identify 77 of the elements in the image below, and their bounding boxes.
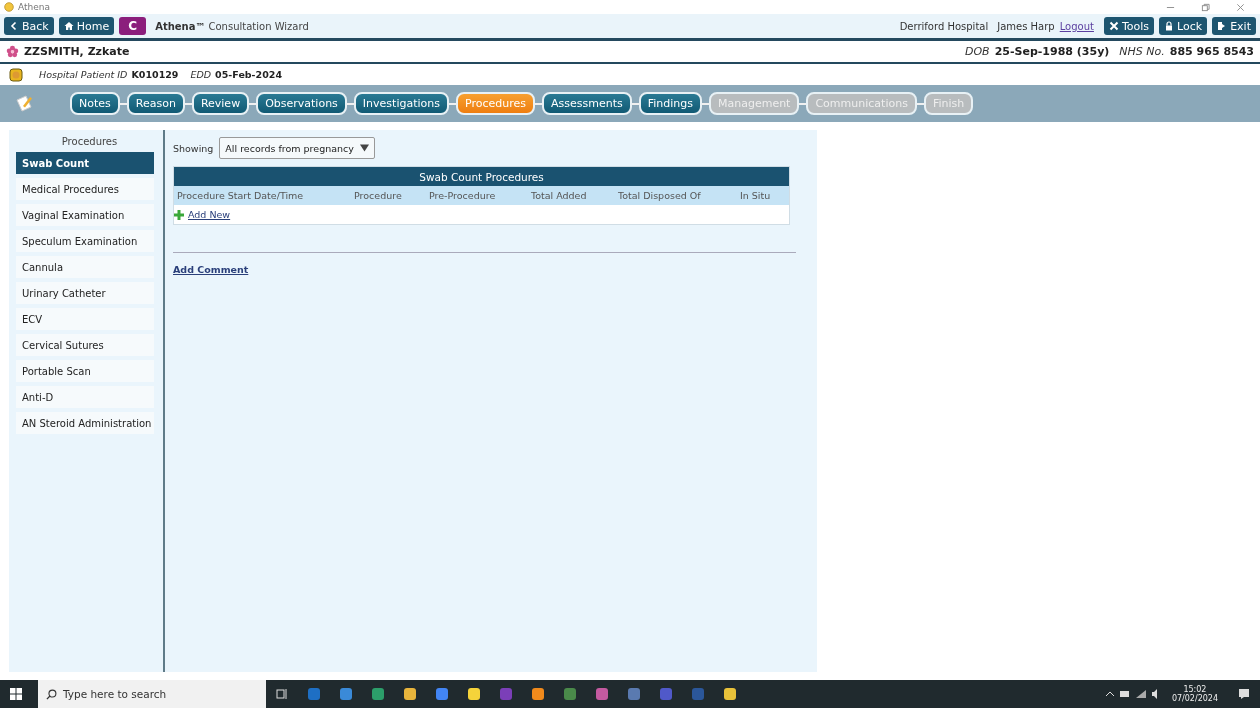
dob-value: 25-Sep-1988 (35y) — [994, 45, 1110, 58]
column-header: Pre-Procedure — [429, 190, 497, 201]
sidebar-item[interactable]: Speculum Examination — [16, 230, 154, 252]
task-view-icon[interactable] — [274, 686, 290, 702]
step-tab[interactable]: Review — [191, 92, 250, 115]
column-header: Procedure — [354, 190, 403, 201]
taskbar-app-icon[interactable] — [338, 686, 354, 702]
toolbar-button[interactable]: Lock — [1159, 17, 1208, 35]
restore-icon[interactable] — [1201, 2, 1210, 12]
nhs-value: 885 965 8543 — [1169, 45, 1254, 58]
column-header: Total Added — [531, 190, 588, 201]
home-icon — [63, 21, 74, 31]
hospital-name: Derriford Hospital — [899, 20, 989, 32]
sidebar-item[interactable]: AN Steroid Administration — [16, 412, 154, 434]
app-subtitle: Consultation Wizard — [208, 20, 309, 32]
user-name: James Harp — [997, 20, 1055, 32]
window-title: Athena — [18, 2, 50, 12]
taskbar-search-field[interactable]: Type here to search — [38, 680, 266, 708]
taskbar-app-icon[interactable] — [402, 686, 418, 702]
taskbar-app-icon[interactable] — [722, 686, 738, 702]
sidebar-title: Procedures — [60, 136, 119, 147]
app-logo-icon — [4, 2, 14, 12]
step-tab[interactable]: Reason — [126, 92, 185, 115]
search-icon — [46, 688, 57, 700]
sidebar-item[interactable]: Cervical Sutures — [16, 334, 154, 356]
sidebar-item[interactable]: Swab Count — [16, 152, 154, 174]
step-tab[interactable]: Assessments — [541, 92, 632, 115]
table-title: Swab Count Procedures — [174, 167, 789, 186]
sidebar-item[interactable]: ECV — [16, 308, 154, 330]
toolbar-button[interactable]: Exit — [1212, 17, 1256, 35]
nhs-label: NHS No. — [1119, 45, 1165, 58]
flower-icon — [6, 45, 19, 58]
column-header: In Situ — [740, 190, 772, 201]
toolbar-button[interactable]: Home — [58, 17, 115, 35]
badge-icon — [9, 67, 23, 82]
toolbar-button[interactable]: Tools — [1103, 17, 1155, 35]
edd-value: 05-Feb-2024 — [215, 69, 282, 80]
lock-icon — [1164, 21, 1175, 31]
app-name: Athena™ — [155, 20, 206, 32]
records-dropdown[interactable]: All records from pregnancy — [219, 137, 375, 159]
back-icon — [9, 21, 19, 31]
close-icon[interactable] — [1236, 2, 1245, 12]
logout-link[interactable]: Logout — [1059, 20, 1094, 32]
clock-time: 15:02 — [1183, 685, 1207, 694]
tools-icon — [1108, 21, 1119, 31]
sidebar-item[interactable]: Anti-D — [16, 386, 154, 408]
taskbar-app-icon[interactable] — [466, 686, 482, 702]
add-icon — [174, 209, 184, 220]
add-comment-link[interactable]: Add Comment — [173, 264, 249, 275]
add-new-link[interactable]: Add New — [188, 209, 231, 220]
patient-name: ZZSMITH, Zzkate — [24, 45, 130, 58]
sidebar-item[interactable]: Medical Procedures — [16, 178, 154, 200]
step-tab[interactable]: Observations — [256, 92, 347, 115]
patient-id: K010129 — [131, 69, 179, 80]
patient-id-label: Hospital Patient ID — [39, 69, 128, 80]
edd-label: EDD — [190, 69, 212, 80]
step-tab[interactable]: Notes — [70, 92, 120, 115]
clock-date: 07/02/2024 — [1171, 694, 1218, 703]
caret-icon — [359, 144, 369, 152]
column-header: Total Disposed Of — [618, 190, 702, 201]
column-header: Procedure Start Date/Time — [177, 190, 305, 201]
dob-label: DOB — [965, 45, 990, 58]
step-tab[interactable]: Investigations — [353, 92, 449, 115]
start-icon[interactable] — [10, 688, 22, 700]
taskbar-app-icon[interactable] — [530, 686, 546, 702]
taskbar-app-icon[interactable] — [370, 686, 386, 702]
taskbar-app-icon[interactable] — [434, 686, 450, 702]
sidebar-item[interactable]: Vaginal Examination — [16, 204, 154, 226]
toolbar-button[interactable]: Back — [4, 17, 54, 35]
showing-label: Showing — [173, 142, 214, 154]
sidebar-item[interactable]: Cannula — [16, 256, 154, 278]
notification-icon[interactable] — [1236, 686, 1252, 702]
sidebar-item[interactable]: Portable Scan — [16, 360, 154, 382]
notepad-icon — [14, 93, 34, 114]
sidebar-item[interactable]: Urinary Catheter — [16, 282, 154, 304]
step-tab[interactable]: Findings — [638, 92, 702, 115]
c-button[interactable]: C — [119, 17, 147, 35]
